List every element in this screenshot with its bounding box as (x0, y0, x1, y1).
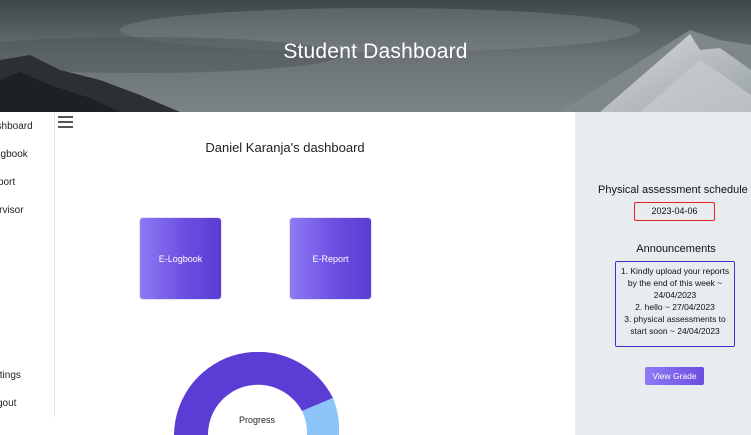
view-grade-button[interactable]: View Grade (645, 367, 704, 385)
progress-label: Progress (238, 415, 275, 425)
page-title: Student Dashboard (283, 40, 468, 63)
page: Student Dashboard ashboard ogbook port p… (0, 0, 751, 435)
sidebar-item-supervisor[interactable]: pervisor (0, 205, 24, 216)
e-report-card-label: E-Report (312, 253, 349, 264)
e-logbook-card-label: E-Logbook (158, 253, 203, 264)
announcement-item: 3. physical assessments to start soon ~ … (624, 314, 726, 336)
e-report-card[interactable]: E-Report (290, 218, 371, 299)
announcements-title: Announcements (636, 243, 716, 255)
announcements-box: 1. Kindly upload your reports by the end… (615, 261, 735, 347)
sidebar-item-report[interactable]: port (0, 177, 15, 188)
e-logbook-card[interactable]: E-Logbook (140, 218, 221, 299)
schedule-title: Physical assessment schedule (598, 184, 748, 196)
sidebar: ashboard ogbook port pervisor ttings gou… (0, 112, 55, 417)
dashboard-heading: Daniel Karanja's dashboard (205, 140, 365, 155)
announcement-item: 2. hello ~ 27/04/2023 (635, 302, 715, 312)
hamburger-menu-icon[interactable] (58, 116, 73, 128)
sidebar-item-dashboard[interactable]: ashboard (0, 121, 33, 132)
schedule-date: 2023-04-06 (634, 202, 715, 221)
sidebar-item-logout[interactable]: gout (0, 398, 16, 409)
header-banner: Student Dashboard (0, 0, 751, 112)
sidebar-item-settings[interactable]: ttings (0, 370, 21, 381)
announcement-item: 1. Kindly upload your reports by the end… (620, 266, 730, 300)
sidebar-item-logbook[interactable]: ogbook (0, 149, 28, 160)
